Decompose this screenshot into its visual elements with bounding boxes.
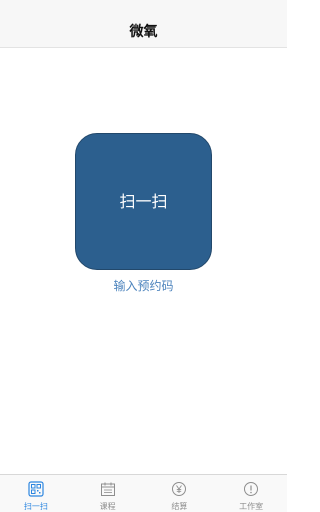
- tab-studio-label: 工作室: [239, 502, 264, 511]
- tab-courses-label: 课程: [99, 502, 116, 511]
- scan-button[interactable]: 扫一扫: [75, 133, 212, 270]
- navigation-bar: 微氧: [0, 0, 287, 48]
- qr-code-icon: [28, 481, 44, 497]
- scan-button-label: 扫一扫: [119, 192, 168, 211]
- yen-circle-icon: [171, 481, 187, 497]
- tab-scan[interactable]: 扫一扫: [0, 475, 72, 512]
- tab-bar: 扫一扫 课程 结算 工作室: [0, 474, 287, 512]
- enter-reservation-code-link[interactable]: 输入预约码: [0, 279, 287, 294]
- tab-courses[interactable]: 课程: [72, 475, 144, 512]
- info-circle-icon: [243, 481, 259, 497]
- tab-settlement[interactable]: 结算: [144, 475, 216, 512]
- tab-scan-label: 扫一扫: [23, 502, 48, 511]
- app-screen: 微氧 扫一扫 输入预约码 扫一扫 课程 结算 工作室: [0, 0, 287, 512]
- tab-settlement-label: 结算: [171, 502, 188, 511]
- tab-studio[interactable]: 工作室: [215, 475, 287, 512]
- calendar-icon: [100, 481, 116, 497]
- page-title: 微氧: [129, 24, 158, 40]
